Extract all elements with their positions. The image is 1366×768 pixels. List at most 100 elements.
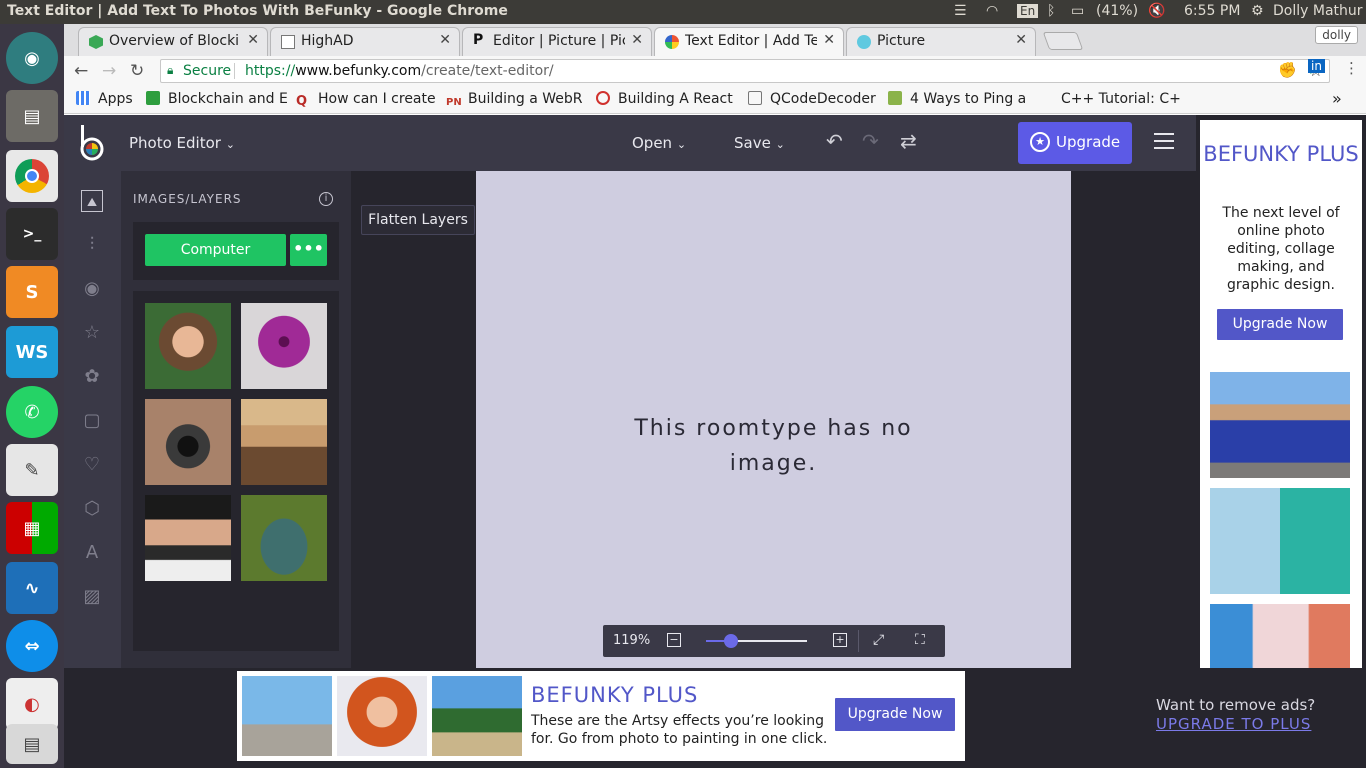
tab-overview-blockchain[interactable]: Overview of Blocki ✕ [78,27,268,56]
swap-icon[interactable]: ⇄ [900,129,917,153]
tab-editor-picture[interactable]: P Editor | Picture | Pic ✕ [462,27,652,56]
close-icon[interactable]: ✕ [631,32,643,48]
bluetooth-icon[interactable]: ᛒ [1047,3,1055,19]
eye-icon[interactable]: ◉ [81,278,103,300]
zoom-slider-handle[interactable] [724,634,738,648]
webstorm-icon[interactable]: WS [6,326,58,378]
tab-label: HighAD [301,33,354,49]
text-editor-icon[interactable]: ✎ [6,444,58,496]
adjust-icon[interactable]: ⫶ [81,234,103,256]
bottom-upgrade-now-button[interactable]: Upgrade Now [835,698,955,731]
ad-image-wedding-card[interactable] [1210,604,1350,668]
address-bar[interactable]: 🔒︎ Secure https://www.befunky.com/create… [160,59,1330,83]
upgrade-to-plus-link[interactable]: UPGRADE TO PLUS [1156,715,1311,733]
chevron-down-icon: ⌄ [676,138,687,151]
back-icon[interactable]: ← [74,61,88,81]
text-icon[interactable]: A [81,542,103,564]
close-icon[interactable]: ✕ [1015,32,1027,48]
thumbnail-woman-portrait[interactable] [145,303,231,389]
flatten-layers-button[interactable]: Flatten Layers [361,205,475,235]
new-tab-button[interactable] [1042,32,1084,50]
battery-icon[interactable]: ▭ [1071,3,1084,19]
sticker-icon[interactable]: ⬡ [81,498,103,520]
terminal-icon[interactable]: >_ [6,208,58,260]
close-icon[interactable]: ✕ [247,32,259,48]
libreoffice-icon[interactable]: ◐ [6,678,58,730]
bookmark-webrtc[interactable]: PN Building a WebR [446,91,583,111]
computer-button[interactable]: Computer [145,234,286,266]
url-scheme: https:// [245,63,296,79]
bookmark-qcode[interactable]: QCodeDecoder [748,91,876,107]
thumbnail-smiling-woman-hat[interactable] [241,399,327,485]
user-name[interactable]: Dolly Mathur [1273,3,1363,19]
reload-icon[interactable]: ↻ [130,61,144,81]
close-icon[interactable]: ✕ [823,32,835,48]
frame-icon[interactable]: ▢ [81,410,103,432]
image-icon[interactable]: ⛰ [81,190,103,212]
photo-editor-menu[interactable]: Photo Editor ⌄ [129,134,235,152]
star-icon[interactable]: ☆ [81,322,103,344]
zoom-out-icon[interactable]: − [667,633,681,647]
whatsapp-icon[interactable]: ✆ [6,386,58,438]
globe-icon [857,35,871,49]
flower-icon[interactable]: ✿ [81,366,103,388]
panel-actions: Computer ••• [133,222,339,280]
forward-icon[interactable]: → [102,61,116,81]
undo-icon[interactable]: ↶ [826,129,843,153]
open-menu[interactable]: Open ⌄ [632,134,686,152]
expand-icon[interactable]: ⤢ [873,632,884,648]
more-options-button[interactable]: ••• [290,234,327,266]
files-icon[interactable]: ▤ [6,90,58,142]
linkedin-icon[interactable]: in [1308,59,1325,73]
befunky-logo[interactable] [78,125,106,161]
app-grid-icon[interactable]: ▦ [6,502,58,554]
settings-icon[interactable]: ⚙ [1251,3,1264,19]
wifi-icon[interactable]: ◠ [986,3,998,19]
bookmark-react[interactable]: Building A React [596,91,733,107]
bookmark-ping[interactable]: 4 Ways to Ping a [888,91,1026,107]
canvas-message: This roomtype has no image. [476,411,1071,481]
upgrade-now-button[interactable]: Upgrade Now [1217,309,1343,340]
close-icon[interactable]: ✕ [439,32,451,48]
teamviewer-icon[interactable]: ⇔ [6,620,58,672]
lock-icon: 🔒︎ [167,63,174,77]
menu-icon[interactable]: ☰ [954,3,967,19]
thumbnail-woman-black-hat[interactable] [145,495,231,581]
texture-icon[interactable]: ▨ [81,586,103,608]
heart-icon[interactable]: ♡ [81,454,103,476]
zoom-in-icon[interactable]: + [833,633,847,647]
bookmark-quora[interactable]: Q How can I create [296,91,436,109]
chrome-icon[interactable] [6,150,58,202]
save-menu[interactable]: Save ⌄ [734,134,785,152]
tab-text-editor[interactable]: Text Editor | Add Te ✕ [654,27,844,57]
thumbnail-vintage-truck[interactable] [241,495,327,581]
bookmark-cpp[interactable]: C++ Tutorial: C+ [1039,91,1181,107]
kebab-menu-icon[interactable]: ⋮ [1344,59,1359,77]
profile-button[interactable]: dolly [1315,26,1358,44]
keyboard-indicator[interactable]: En [1017,4,1039,18]
fit-screen-icon[interactable]: ⛶ [915,632,925,648]
thumbnail-vintage-camera[interactable] [145,399,231,485]
tab-highad[interactable]: HighAD ✕ [270,27,460,56]
bottom-ad-banner[interactable]: BEFUNKY PLUS These are the Artsy effects… [237,671,965,761]
volume-icon[interactable]: 🔇 [1148,3,1165,19]
extension-icon[interactable]: ✊ [1278,61,1297,79]
tab-strip: Overview of Blocki ✕ HighAD ✕ P Editor |… [64,24,1366,57]
bookmark-apps[interactable]: Apps [76,91,133,107]
ubuntu-icon[interactable]: ◉ [6,32,58,84]
ad-image-beach-collage[interactable] [1210,488,1350,594]
ad-image-blue-car[interactable] [1210,372,1350,478]
document-icon[interactable]: ▤ [6,724,58,764]
tab-picture[interactable]: Picture ✕ [846,27,1036,56]
redo-icon[interactable]: ↷ [862,129,879,153]
bookmarks-more[interactable]: » [1332,89,1342,108]
upgrade-button[interactable]: ★ Upgrade [1018,122,1132,164]
hamburger-menu-icon[interactable] [1154,133,1174,149]
thumbnail-purple-succulent[interactable] [241,303,327,389]
bookmark-blockchain[interactable]: Blockchain and E [146,91,288,107]
info-icon[interactable]: i [319,192,333,206]
system-monitor-icon[interactable]: ∿ [6,562,58,614]
sublime-icon[interactable]: S [6,266,58,318]
befunky-app: Photo Editor ⌄ Open ⌄ Save ⌄ ↶ ↷ ⇄ ★ Upg… [64,115,1366,768]
clock[interactable]: 6:55 PM [1184,3,1240,19]
